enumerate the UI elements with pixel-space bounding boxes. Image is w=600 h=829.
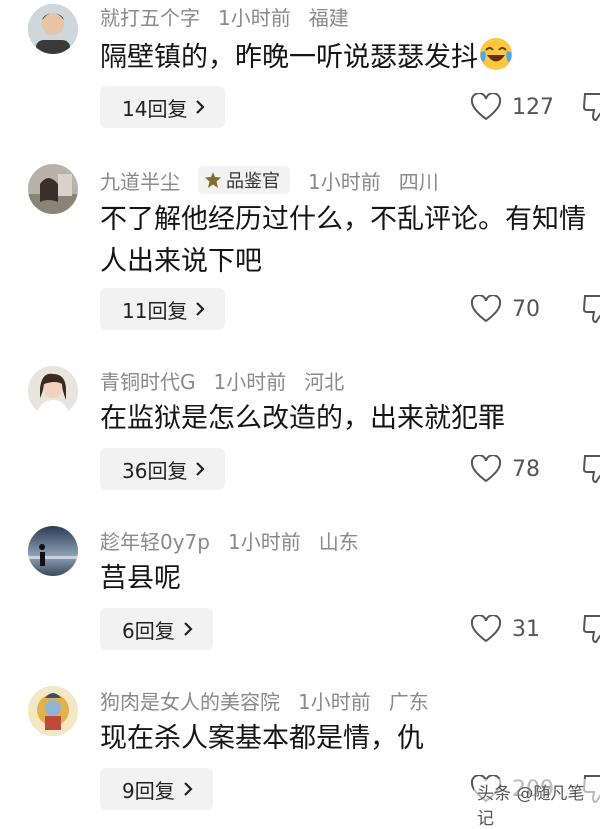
watermark: 头条 @随凡笔记 — [474, 779, 600, 829]
heart-icon — [470, 93, 502, 121]
comment-item: 就打五个字 1小时前 福建 隔壁镇的，昨晚一听说瑟瑟发抖 14回复 127 — [0, 0, 600, 150]
like-count: 78 — [512, 456, 540, 482]
heart-icon — [470, 295, 502, 323]
replies-button[interactable]: 14回复 — [100, 86, 226, 128]
replies-button[interactable]: 36回复 — [100, 448, 226, 490]
badge-star-icon — [205, 172, 221, 188]
location: 四川 — [398, 169, 439, 194]
timestamp: 1小时前 — [298, 689, 371, 714]
comment-text: 莒县呢 — [100, 563, 181, 594]
replies-button[interactable]: 11回复 — [100, 288, 226, 330]
timestamp: 1小时前 — [218, 5, 291, 30]
comment-meta: 趁年轻0y7p 1小时前 山东 — [100, 526, 359, 554]
username[interactable]: 九道半尘 — [100, 166, 180, 195]
replies-count: 11回复 — [122, 298, 188, 323]
username[interactable]: 就打五个字 — [100, 2, 200, 31]
location: 广东 — [388, 689, 429, 714]
dislike-icon[interactable] — [582, 452, 600, 486]
dislike-icon[interactable] — [582, 292, 600, 326]
like-count: 31 — [512, 616, 540, 642]
replies-count: 14回复 — [122, 96, 188, 121]
like-button[interactable]: 78 — [470, 451, 540, 487]
chevron-right-icon — [196, 462, 206, 476]
heart-icon — [470, 455, 502, 483]
replies-count: 6回复 — [122, 618, 175, 643]
replies-button[interactable]: 9回复 — [100, 768, 213, 810]
like-button[interactable]: 70 — [470, 291, 540, 327]
comment-item: 青铜时代G 1小时前 河北 在监狱是怎么改造的，出来就犯罪 36回复 78 — [0, 362, 600, 512]
replies-count: 9回复 — [122, 778, 175, 803]
chevron-right-icon — [196, 100, 206, 114]
timestamp: 1小时前 — [213, 369, 287, 394]
like-count: 70 — [512, 296, 540, 322]
comment-meta: 九道半尘 品鉴官 1小时前 四川 — [100, 166, 439, 194]
chevron-right-icon — [183, 782, 193, 796]
timestamp: 1小时前 — [308, 169, 381, 194]
avatar[interactable] — [28, 526, 78, 576]
comment-item: 九道半尘 品鉴官 1小时前 四川 不了解他经历过什么，不乱评论。有知情人出来说下… — [0, 160, 600, 350]
heart-icon — [470, 615, 502, 643]
dislike-icon[interactable] — [582, 612, 600, 646]
avatar[interactable] — [28, 4, 78, 54]
chevron-right-icon — [183, 622, 193, 636]
comment-text: 现在杀人案基本都是情，仇 — [100, 723, 424, 754]
comment-item: 趁年轻0y7p 1小时前 山东 莒县呢 6回复 31 — [0, 522, 600, 672]
user-badge: 品鉴官 — [198, 166, 290, 194]
comment-text: 不了解他经历过什么，不乱评论。有知情人出来说下吧 — [100, 204, 586, 277]
replies-count: 36回复 — [122, 458, 188, 483]
dislike-icon[interactable] — [582, 90, 600, 124]
location: 福建 — [308, 5, 349, 30]
comment-meta: 青铜时代G 1小时前 河北 — [100, 366, 344, 394]
like-button[interactable]: 31 — [470, 611, 540, 647]
comment-meta: 狗肉是女人的美容院 1小时前 广东 — [100, 686, 429, 714]
laughing-crying-emoji-icon — [478, 36, 514, 72]
comment-text: 在监狱是怎么改造的，出来就犯罪 — [100, 403, 505, 434]
username[interactable]: 趁年轻0y7p — [100, 526, 210, 555]
badge-label: 品鉴官 — [226, 171, 280, 192]
comment-text: 隔壁镇的，昨晚一听说瑟瑟发抖 — [100, 42, 478, 73]
comment-text-wrap: 隔壁镇的，昨晚一听说瑟瑟发抖 — [100, 36, 600, 79]
avatar[interactable] — [28, 686, 78, 736]
avatar[interactable] — [28, 164, 78, 214]
replies-button[interactable]: 6回复 — [100, 608, 213, 650]
location: 河北 — [304, 369, 345, 394]
comment-meta: 就打五个字 1小时前 福建 — [100, 2, 349, 30]
chevron-right-icon — [196, 302, 206, 316]
username[interactable]: 青铜时代G — [100, 366, 196, 395]
location: 山东 — [318, 529, 359, 554]
avatar[interactable] — [28, 366, 78, 416]
timestamp: 1小时前 — [227, 529, 301, 554]
username[interactable]: 狗肉是女人的美容院 — [100, 686, 280, 715]
like-button[interactable]: 127 — [470, 89, 554, 125]
like-count: 127 — [512, 94, 554, 120]
